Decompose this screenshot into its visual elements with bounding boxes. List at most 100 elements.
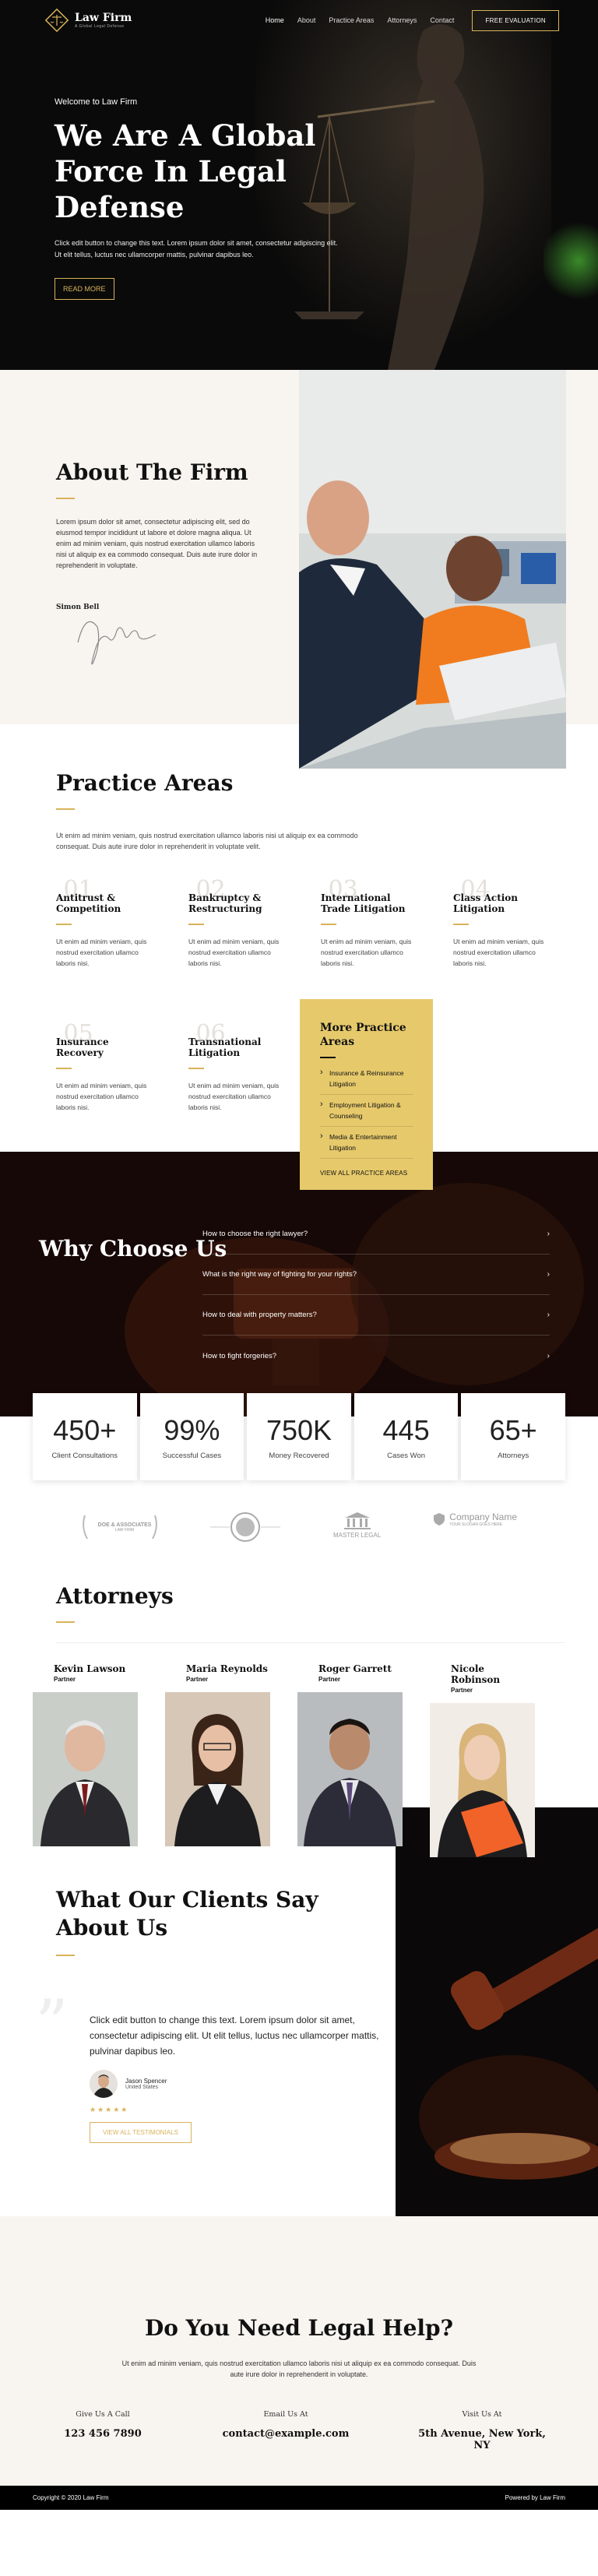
client-avatar (90, 2070, 118, 2098)
practice-divider (56, 808, 75, 810)
footer-powered-by[interactable]: Powered by Law Firm (505, 2494, 565, 2501)
practice-title: Practice Areas (56, 770, 234, 796)
attorney-name: Maria Reynolds (186, 1663, 268, 1674)
faq-item[interactable]: How to fight forgeries? › (202, 1336, 550, 1376)
attorney-card[interactable]: Kevin Lawson Partner (33, 1663, 138, 1846)
practice-area-title: Bankruptcy & Restructuring (188, 892, 262, 914)
stat-card: 450+ Client Consultations (33, 1393, 137, 1480)
practice-area-card[interactable]: .01 Antitrust & Competition Ut enim ad m… (56, 878, 153, 969)
hero-green-light (543, 218, 598, 304)
attorney-name: Kevin Lawson (54, 1663, 126, 1674)
nav-contact[interactable]: Contact (430, 16, 454, 24)
partner-logo-emblem (209, 1511, 280, 1543)
hero-eyebrow: Welcome to Law Firm (55, 97, 138, 107)
practice-area-card[interactable]: .04 Class Action Litigation Ut enim ad m… (453, 878, 551, 969)
partner-logo-master-legal: MASTER LEGAL (333, 1511, 381, 1539)
cta-title: Do You Need Legal Help? (144, 2315, 454, 2341)
nav-practice-areas[interactable]: Practice Areas (329, 16, 374, 24)
testimonials-section: What Our Clients Say About Us ” Click ed… (0, 1860, 598, 2216)
partner-logo-doe-associates: DOE & ASSOCIATES LAW FIRM (81, 1511, 157, 1543)
attorney-name: Nicole Robinson (451, 1663, 501, 1685)
practice-area-title: Transnational Litigation (188, 1036, 262, 1058)
nav-attorneys[interactable]: Attorneys (387, 16, 417, 24)
practice-area-title: International Trade Litigation (321, 892, 406, 914)
cta-text: Ut enim ad minim veniam, quis nostrud ex… (121, 2360, 477, 2378)
partner-logo-sub: YOUR SLOGAN GOES HERE (449, 1522, 503, 1527)
faq-item[interactable]: How to choose the right lawyer? › (202, 1214, 550, 1255)
practice-area-title: Class Action Litigation (453, 892, 519, 914)
contact-phone[interactable]: Give Us A Call 123 456 7890 (33, 2410, 173, 2440)
faq-accordion: How to choose the right lawyer? › What i… (202, 1214, 550, 1376)
more-practice-item[interactable]: Media & Entertainment Litigation (320, 1131, 413, 1159)
client-location: United States (125, 2085, 159, 2090)
practice-area-card[interactable]: .02 Bankruptcy & Restructuring Ut enim a… (188, 878, 286, 969)
attorney-photo (33, 1692, 138, 1846)
contact-email[interactable]: Email Us At contact@example.com (216, 2410, 356, 2440)
practice-area-card[interactable]: .03 International Trade Litigation Ut en… (321, 878, 418, 969)
chevron-right-icon: › (547, 1311, 550, 1319)
testimonial-quote: Click edit button to change this text. L… (90, 2015, 379, 2057)
about-section: About The Firm Lorem ipsum dolor sit ame… (0, 370, 598, 769)
attorney-card[interactable]: Roger Garrett Partner (297, 1663, 403, 1846)
client-info: Jason Spencer United States (90, 2070, 167, 2098)
partner-logo-name: Company Name (449, 1511, 517, 1522)
client-name: Jason Spencer (125, 2078, 167, 2085)
chevron-right-icon: › (547, 1351, 550, 1360)
practice-area-text: Ut enim ad minim veniam, quis nostrud ex… (56, 1081, 147, 1111)
rating-stars-icon: ★★★★★ (90, 2106, 129, 2113)
main-navigation: Law Firm A Global Legal Defense Home Abo… (0, 0, 598, 40)
stat-value: 750K (266, 1413, 332, 1446)
attorney-card[interactable]: Maria Reynolds Partner (165, 1663, 270, 1846)
about-divider (56, 498, 75, 499)
more-practice-item[interactable]: Insurance & Reinsurance Litigation (320, 1067, 413, 1095)
practice-area-divider (188, 1068, 204, 1069)
stat-label: Successful Cases (162, 1451, 222, 1460)
more-practice-title: More Practice Areas (320, 1022, 406, 1048)
view-all-practice-areas-link[interactable]: VIEW ALL PRACTICE AREAS (320, 1170, 413, 1177)
why-title: Why Choose Us (39, 1236, 227, 1262)
faq-item[interactable]: How to deal with property matters? › (202, 1295, 550, 1336)
practice-area-card[interactable]: .05 Insurance Recovery Ut enim ad minim … (56, 1022, 153, 1113)
view-all-testimonials-button[interactable]: VIEW ALL TESTIMONIALS (90, 2122, 192, 2143)
hero-text: Click edit button to change this text. L… (55, 239, 338, 259)
read-more-button[interactable]: READ MORE (55, 278, 114, 300)
shield-icon (434, 1513, 445, 1526)
contact-value: 5th Avenue, New York, NY (418, 2428, 546, 2451)
faq-question: What is the right way of fighting for yo… (202, 1270, 357, 1279)
contact-label: Email Us At (263, 2410, 308, 2419)
attorney-photo (430, 1703, 535, 1857)
quote-icon: ” (35, 1986, 69, 2062)
attorneys-title: Attorneys (56, 1583, 174, 1609)
free-evaluation-button[interactable]: FREE EVALUATION (472, 9, 559, 31)
practice-area-text: Ut enim ad minim veniam, quis nostrud ex… (453, 937, 544, 967)
practice-intro: Ut enim ad minim veniam, quis nostrud ex… (56, 832, 358, 850)
chevron-right-icon: › (547, 1230, 550, 1238)
contact-address[interactable]: Visit Us At 5th Avenue, New York, NY (412, 2410, 552, 2451)
faq-question: How to deal with property matters? (202, 1311, 317, 1319)
more-practice-item[interactable]: Employment Litigation & Counseling (320, 1099, 413, 1127)
practice-areas-section: Practice Areas Ut enim ad minim veniam, … (0, 724, 598, 1190)
footer-copyright: Copyright © 2020 Law Firm (33, 2494, 109, 2501)
faq-item[interactable]: What is the right way of fighting for yo… (202, 1255, 550, 1295)
logo-tagline: A Global Legal Defense (75, 24, 125, 29)
testimonials-title: What Our Clients Say About Us (56, 1887, 318, 1941)
stat-card: 750K Money Recovered (247, 1393, 351, 1480)
stat-card: 445 Cases Won (354, 1393, 459, 1480)
contact-value: 123 456 7890 (64, 2428, 142, 2440)
hero-section: Law Firm A Global Legal Defense Home Abo… (0, 0, 598, 370)
practice-area-card[interactable]: .06 Transnational Litigation Ut enim ad … (188, 1022, 286, 1113)
nav-about[interactable]: About (297, 16, 316, 24)
about-photo-lawyers-handshake (299, 370, 566, 769)
faq-question: How to choose the right lawyer? (202, 1230, 308, 1238)
emblem-icon (209, 1512, 280, 1542)
partner-logos: DOE & ASSOCIATES LAW FIRM MASTER LEGAL C… (0, 1502, 598, 1572)
nav-home[interactable]: Home (266, 16, 284, 24)
practice-area-divider (56, 1068, 72, 1069)
stat-card: 65+ Attorneys (461, 1393, 565, 1480)
stat-value: 99% (164, 1413, 220, 1446)
attorney-role: Partner (186, 1676, 209, 1683)
site-logo[interactable]: Law Firm A Global Legal Defense (45, 9, 132, 32)
legal-help-section: Do You Need Legal Help? Ut enim ad minim… (0, 2216, 598, 2486)
stat-value: 65+ (489, 1413, 537, 1446)
attorney-card[interactable]: Nicole Robinson Partner (430, 1663, 535, 1857)
